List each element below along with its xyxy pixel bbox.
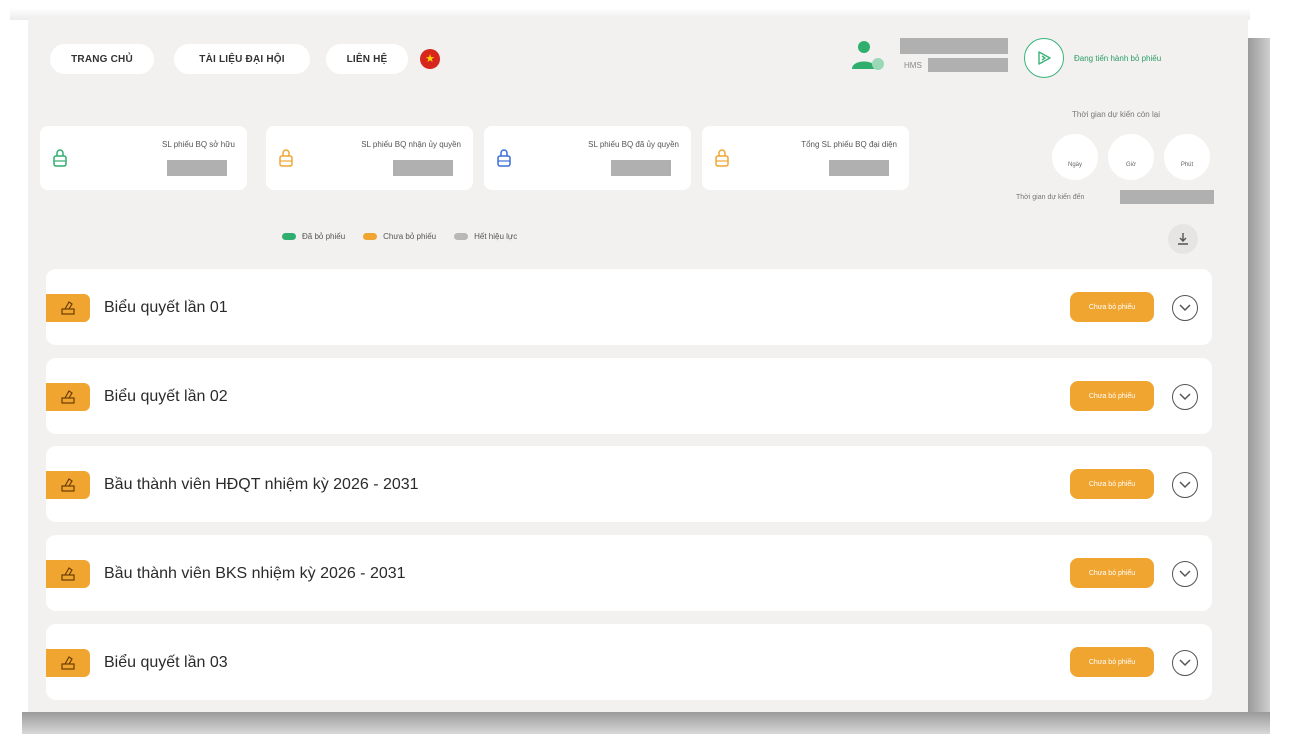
user-code <box>928 58 1008 72</box>
voting-app: TRANG CHỦ TÀI LIỆU ĐẠI HỘI LIÊN HỆ ★ HMS… <box>28 18 1248 712</box>
ballot-icon <box>46 294 90 322</box>
stat-value <box>167 160 227 176</box>
chevron-down-icon[interactable] <box>1172 561 1198 587</box>
lock-icon <box>497 149 511 167</box>
countdown-minutes: Phút <box>1164 134 1210 180</box>
download-icon <box>1178 233 1188 245</box>
vote-status-button[interactable]: Đang tiến hành bỏ phiếu <box>1024 38 1161 78</box>
stat-value <box>393 160 453 176</box>
vote-session-row[interactable]: Bầu thành viên HĐQT nhiệm kỳ 2026 - 2031… <box>46 446 1212 522</box>
vote-status-label: Đang tiến hành bỏ phiếu <box>1074 53 1162 63</box>
vote-session-title: Biểu quyết lần 03 <box>104 654 228 671</box>
vote-status-badge: Chưa bỏ phiếu <box>1070 292 1154 322</box>
legend-label: Hết hiệu lực <box>474 232 518 241</box>
vote-session-row[interactable]: Biểu quyết lần 02 Chưa bỏ phiếu <box>46 358 1212 434</box>
ballot-icon <box>46 471 90 499</box>
expected-time-label: Thời gian dự kiến đến <box>1016 194 1085 201</box>
countdown-title: Thời gian dự kiến còn lại <box>1072 110 1160 119</box>
vote-session-title: Bầu thành viên HĐQT nhiệm kỳ 2026 - 2031 <box>104 476 419 493</box>
legend-not-voted: Chưa bỏ phiếu <box>363 232 436 241</box>
window-frame-right <box>1248 38 1270 718</box>
vote-status-badge: Chưa bỏ phiếu <box>1070 469 1154 499</box>
vietnam-flag-icon[interactable]: ★ <box>420 49 440 69</box>
vote-session-title: Biểu quyết lần 01 <box>104 299 228 316</box>
vote-status-badge: Chưa bỏ phiếu <box>1070 381 1154 411</box>
ballot-icon <box>46 560 90 588</box>
legend-voted: Đã bỏ phiếu <box>282 232 345 241</box>
stat-label: Tổng SL phiếu BQ đại diện <box>801 140 897 149</box>
vote-session-row[interactable]: Biểu quyết lần 01 Chưa bỏ phiếu <box>46 269 1212 345</box>
ballot-icon <box>46 383 90 411</box>
nav-contact[interactable]: LIÊN HỆ <box>326 44 408 74</box>
user-name <box>900 38 1008 54</box>
legend-dot <box>363 233 378 240</box>
legend-dot <box>454 233 469 240</box>
vote-status-badge: Chưa bỏ phiếu <box>1070 558 1154 588</box>
user-code-prefix: HMS <box>904 61 922 70</box>
chevron-down-icon[interactable] <box>1172 295 1198 321</box>
vote-session-title: Bầu thành viên BKS nhiệm kỳ 2026 - 2031 <box>104 565 406 582</box>
download-button[interactable] <box>1168 224 1198 254</box>
stat-card-received: SL phiếu BQ nhận ủy quyền <box>266 126 473 190</box>
chevron-down-icon[interactable] <box>1172 650 1198 676</box>
chevron-down-icon[interactable] <box>1172 384 1198 410</box>
stat-label: SL phiếu BQ nhận ủy quyền <box>361 140 461 149</box>
stat-card-total: Tổng SL phiếu BQ đại diện <box>702 126 909 190</box>
vote-session-row[interactable]: Bầu thành viên BKS nhiệm kỳ 2026 - 2031 … <box>46 535 1212 611</box>
status-legend: Đã bỏ phiếu Chưa bỏ phiếu Hết hiệu lực <box>282 232 535 241</box>
stat-label: SL phiếu BQ sở hữu <box>161 140 235 149</box>
legend-expired: Hết hiệu lực <box>454 232 517 241</box>
nav-documents[interactable]: TÀI LIỆU ĐẠI HỘI <box>174 44 310 74</box>
play-circle-icon <box>1024 38 1064 78</box>
legend-label: Chưa bỏ phiếu <box>383 232 437 241</box>
lock-icon <box>279 149 293 167</box>
stat-value <box>611 160 671 176</box>
vote-session-row[interactable]: Biểu quyết lần 03 Chưa bỏ phiếu <box>46 624 1212 700</box>
vote-status-badge: Chưa bỏ phiếu <box>1070 647 1154 677</box>
chevron-down-icon[interactable] <box>1172 472 1198 498</box>
countdown-days: Ngày <box>1052 134 1098 180</box>
stat-value <box>829 160 889 176</box>
legend-label: Đã bỏ phiếu <box>302 232 346 241</box>
lock-icon <box>53 149 67 167</box>
stat-card-owned: SL phiếu BQ sở hữu <box>40 126 247 190</box>
vote-session-title: Biểu quyết lần 02 <box>104 388 228 405</box>
expected-time-value <box>1120 190 1214 204</box>
nav-home[interactable]: TRANG CHỦ <box>50 44 154 74</box>
countdown-hours: Giờ <box>1108 134 1154 180</box>
legend-dot <box>282 233 296 240</box>
stat-card-delegated: SL phiếu BQ đã ủy quyền <box>484 126 691 190</box>
ballot-icon <box>46 649 90 677</box>
lock-icon <box>715 149 729 167</box>
user-avatar-icon <box>852 41 884 70</box>
window-frame-bottom <box>22 712 1270 734</box>
stat-label: SL phiếu BQ đã ủy quyền <box>588 140 679 149</box>
